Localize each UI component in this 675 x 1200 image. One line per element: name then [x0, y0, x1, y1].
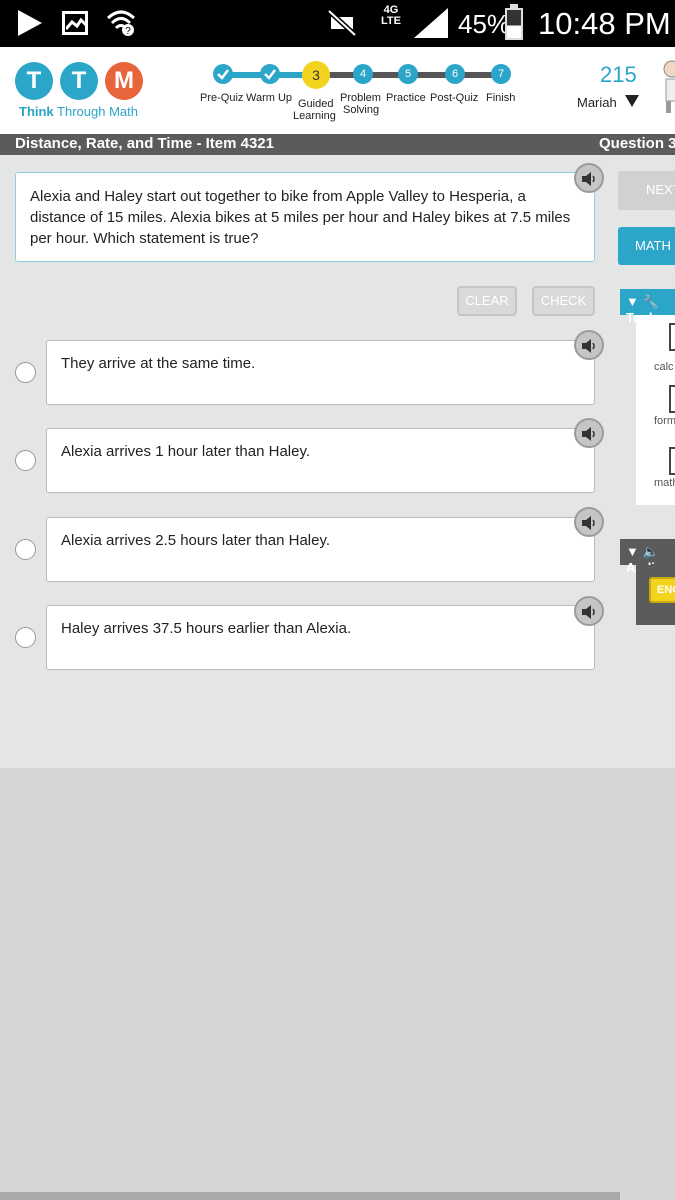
next-button[interactable]: NEXT — [618, 171, 675, 210]
step-label-problem-2: Solving — [343, 104, 380, 116]
speaker-icon[interactable] — [574, 330, 604, 360]
answer-radio[interactable] — [15, 362, 36, 383]
math-button[interactable]: MATH — [618, 227, 675, 265]
wrench-icon: 🔧 — [642, 294, 659, 309]
user-name[interactable]: Mariah — [577, 95, 617, 110]
gallery-icon — [62, 11, 88, 35]
user-score: 215 — [600, 62, 637, 87]
step-problem-solving[interactable]: 4 — [353, 64, 373, 84]
speaker-icon[interactable] — [574, 596, 604, 626]
status-bar: ? 4G LTE 45% 10:48 PM — [0, 0, 675, 47]
svg-text:?: ? — [125, 26, 131, 36]
app-header: T T M Think Through Math 3 4 5 6 7 Pre-Q… — [0, 47, 675, 134]
tools-panel-header[interactable]: ▼ 🔧Tools — [620, 289, 675, 325]
step-label-postquiz: Post-Quiz — [430, 92, 479, 104]
check-button[interactable]: CHECK — [532, 286, 595, 316]
answer-option[interactable]: Haley arrives 37.5 hours earlier than Al… — [46, 605, 595, 670]
caret-down-icon: ▼ — [626, 544, 643, 559]
logo-letter: T — [15, 62, 53, 100]
language-english-button[interactable]: ENG — [649, 577, 675, 603]
step-warmup-check-icon[interactable] — [260, 64, 280, 84]
step-guided-learning[interactable]: 3 — [302, 61, 330, 89]
step-label-warmup: Warm Up — [246, 92, 293, 104]
math-reference-icon — [669, 447, 675, 475]
chevron-down-icon[interactable] — [625, 95, 639, 107]
battery-icon — [505, 4, 523, 40]
logo-letter: M — [105, 62, 143, 100]
step-finish[interactable]: 7 — [491, 64, 511, 84]
speaker-icon: 🔈 — [642, 544, 659, 559]
step-label-guided-1: Guided — [298, 98, 334, 110]
step-label-guided-2: Learning — [293, 110, 336, 122]
network-type: 4G LTE — [381, 4, 401, 27]
answer-radio[interactable] — [15, 450, 36, 471]
answer-option[interactable]: They arrive at the same time. — [46, 340, 595, 405]
caret-down-icon: ▼ — [626, 294, 643, 309]
speaker-icon[interactable] — [574, 163, 604, 193]
play-store-icon — [18, 10, 42, 36]
answer-option[interactable]: Alexia arrives 2.5 hours later than Hale… — [46, 517, 595, 582]
calculator-icon — [669, 323, 675, 351]
question-number: Question 3 — [599, 135, 675, 152]
question-prompt: Alexia and Haley start out together to b… — [15, 172, 595, 262]
speaker-icon[interactable] — [574, 507, 604, 537]
answer-radio[interactable] — [15, 627, 36, 648]
avatar[interactable] — [660, 55, 675, 115]
logo-text: Think Through Math — [19, 104, 138, 119]
clear-button[interactable]: CLEAR — [457, 286, 517, 316]
step-practice[interactable]: 5 — [398, 64, 418, 84]
clock: 10:48 PM — [538, 6, 671, 41]
audio-panel-header[interactable]: ▼ 🔈Audio — [620, 539, 675, 575]
answer-radio[interactable] — [15, 539, 36, 560]
step-prequiz-check-icon[interactable] — [213, 64, 233, 84]
question-content: Alexia and Haley start out together to b… — [0, 155, 675, 768]
answer-option[interactable]: Alexia arrives 1 hour later than Haley. — [46, 428, 595, 493]
lesson-titlebar: Distance, Rate, and Time - Item 4321 Que… — [0, 134, 675, 155]
horizontal-scrollbar[interactable] — [0, 1192, 620, 1200]
wifi-icon: ? — [106, 10, 136, 36]
step-label-prequiz: Pre-Quiz — [200, 92, 244, 104]
audio-panel: ENG — [636, 565, 675, 625]
battery-percent: 45% — [458, 9, 511, 39]
speaker-icon[interactable] — [574, 418, 604, 448]
step-label-finish: Finish — [486, 92, 516, 104]
step-label-practice: Practice — [386, 92, 426, 104]
step-post-quiz[interactable]: 6 — [445, 64, 465, 84]
signal-icon — [414, 8, 448, 38]
formula-sheet-icon — [669, 385, 675, 413]
mute-icon — [327, 9, 357, 37]
tools-panel: calc form math — [636, 315, 675, 505]
lesson-title: Distance, Rate, and Time - Item 4321 — [15, 135, 274, 152]
step-label-problem-1: Problem — [340, 92, 381, 104]
logo-letter: T — [60, 62, 98, 100]
